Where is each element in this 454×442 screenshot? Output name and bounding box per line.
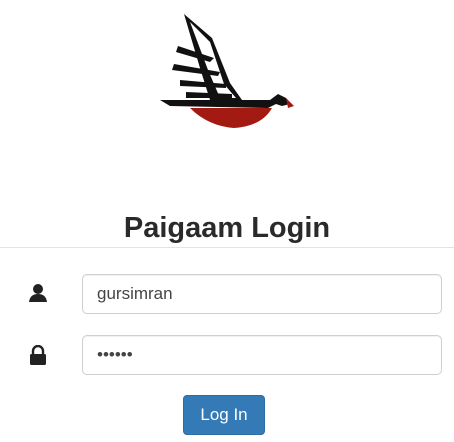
lock-icon (30, 345, 46, 365)
user-icon (29, 284, 47, 302)
page-title: Paigaam Login (123, 212, 331, 244)
password-input[interactable] (82, 335, 442, 375)
header-divider (0, 247, 454, 248)
login-button[interactable]: Log In (183, 395, 265, 435)
username-input[interactable] (82, 274, 442, 314)
login-page: Paigaam Login Log In (0, 0, 454, 442)
hawk-logo-icon (160, 14, 294, 128)
